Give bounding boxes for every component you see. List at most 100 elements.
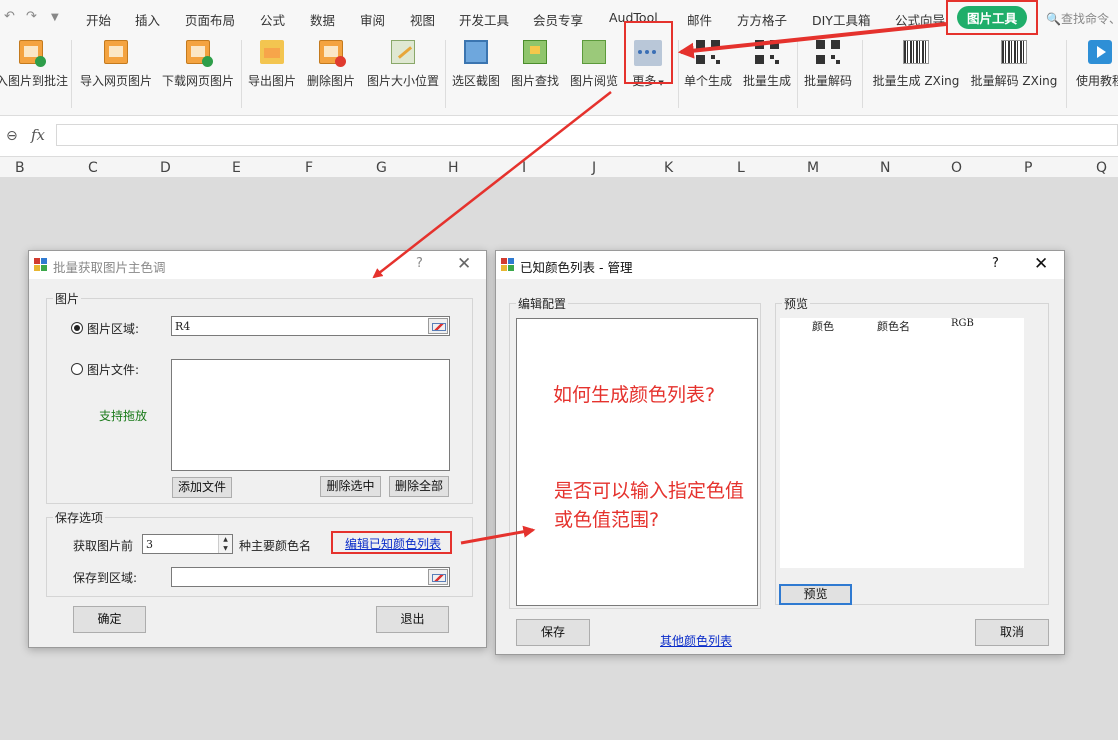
image-tools-highlight-box — [946, 0, 1038, 35]
qrcode-decode-icon — [816, 40, 840, 64]
column-header[interactable]: E — [232, 160, 241, 176]
image-find-icon — [523, 40, 547, 64]
column-header[interactable]: M — [807, 160, 819, 176]
add-file-button[interactable]: 添加文件 — [172, 477, 232, 498]
column-header[interactable]: K — [664, 160, 673, 176]
fx-icon[interactable]: fx — [31, 126, 45, 144]
tab-view[interactable]: 视图 — [410, 10, 435, 29]
count-stepper[interactable]: ▲ ▼ — [218, 535, 232, 553]
ribbon-toolbar: 入图片到批注 导入网页图片 下载网页图片 导出图片 删除图片 图片大小位置 选区… — [0, 36, 1118, 116]
help-button[interactable]: ? — [416, 256, 423, 271]
close-button[interactable]: ✕ — [457, 254, 471, 274]
tab-fangfang[interactable]: 方方格子 — [737, 10, 787, 29]
ribbon-tabbar: ↶ ↷ ▼ 开始 插入 页面布局 公式 数据 审阅 视图 开发工具 会员专享 A… — [0, 0, 1118, 36]
redo-icon[interactable]: ↷ — [26, 9, 37, 24]
annotation-question-2a: 是否可以输入指定色值 — [554, 480, 745, 502]
column-header-row: B C D E F G H I J K L M N O P Q — [0, 156, 1118, 178]
tab-diy-toolbox[interactable]: DIY工具箱 — [812, 10, 870, 29]
image-find-button[interactable]: 图片查找 — [509, 40, 561, 89]
tab-review[interactable]: 审阅 — [360, 10, 385, 29]
save-to-range-input[interactable] — [171, 567, 450, 587]
image-range-label: 图片区域: — [87, 322, 140, 336]
formula-input[interactable] — [56, 124, 1118, 146]
qrcode-icon — [696, 40, 720, 64]
batch-decode-button[interactable]: 批量解码 — [802, 40, 854, 89]
column-header[interactable]: C — [88, 160, 98, 176]
save-button[interactable]: 保存 — [516, 619, 590, 646]
column-header[interactable]: F — [305, 160, 313, 176]
delete-all-button[interactable]: 删除全部 — [389, 476, 449, 497]
exit-button[interactable]: 退出 — [376, 606, 449, 633]
save-range-picker-icon[interactable] — [428, 569, 448, 585]
batch-decode-zxing-button[interactable]: 批量解码 ZXing — [968, 40, 1060, 89]
undo-icon[interactable]: ↶ — [4, 9, 15, 24]
import-web-image-button[interactable]: 导入网页图片 — [78, 40, 154, 89]
column-header[interactable]: H — [448, 160, 459, 176]
import-image-icon — [104, 40, 128, 64]
delete-image-button[interactable]: 删除图片 — [305, 40, 357, 89]
column-header[interactable]: G — [376, 160, 387, 176]
export-image-button[interactable]: 导出图片 — [246, 40, 298, 89]
column-header[interactable]: O — [951, 160, 962, 176]
region-screenshot-button[interactable]: 选区截图 — [450, 40, 502, 89]
column-header[interactable]: N — [880, 160, 890, 176]
tab-member[interactable]: 会员专享 — [533, 10, 583, 29]
image-file-radio[interactable] — [71, 363, 83, 375]
preview-group-label: 预览 — [782, 295, 811, 312]
download-web-image-button[interactable]: 下载网页图片 — [160, 40, 236, 89]
column-header[interactable]: Q — [1096, 160, 1107, 176]
image-file-label: 图片文件: — [87, 363, 140, 377]
cancel-button[interactable]: 取消 — [975, 619, 1049, 646]
image-file-list[interactable] — [171, 359, 450, 471]
more-highlight-box — [624, 21, 673, 84]
image-browse-button[interactable]: 图片阅览 — [568, 40, 620, 89]
column-header[interactable]: J — [592, 160, 596, 176]
image-size-position-button[interactable]: 图片大小位置 — [364, 40, 442, 89]
help-button[interactable]: ? — [992, 256, 999, 271]
qrcode-batch-icon — [755, 40, 779, 64]
range-picker-icon[interactable] — [428, 318, 448, 334]
close-button[interactable]: ✕ — [1034, 254, 1048, 274]
batch-generate-zxing-button[interactable]: 批量生成 ZXing — [870, 40, 962, 89]
annotation-question-1: 如何生成颜色列表? — [553, 384, 716, 406]
col-header-color: 颜色 — [812, 320, 834, 333]
insert-to-comment-button[interactable]: 入图片到批注 — [0, 40, 68, 89]
dialog-titlebar[interactable]: 批量获取图片主色调 ? ✕ — [29, 251, 486, 279]
color-config-textarea[interactable] — [516, 318, 758, 606]
tab-formula-wizard[interactable]: 公式向导 — [895, 10, 945, 29]
other-color-lists-link[interactable]: 其他颜色列表 — [660, 632, 732, 649]
tab-insert[interactable]: 插入 — [135, 10, 160, 29]
tab-mail[interactable]: 邮件 — [687, 10, 712, 29]
column-header[interactable]: I — [522, 160, 526, 176]
delete-selected-button[interactable]: 删除选中 — [320, 476, 381, 497]
search-command[interactable]: 🔍查找命令、 — [1046, 10, 1118, 27]
image-range-radio[interactable] — [71, 322, 83, 334]
tab-formulas[interactable]: 公式 — [260, 10, 285, 29]
quick-access-dropdown-icon[interactable]: ▼ — [51, 12, 59, 23]
tab-home[interactable]: 开始 — [86, 10, 111, 29]
save-to-label: 保存到区域: — [73, 571, 138, 585]
column-header[interactable]: D — [160, 160, 171, 176]
dialog-title: 已知颜色列表 - 管理 — [520, 260, 633, 275]
annotation-question-2b: 或色值范围? — [554, 509, 660, 531]
dialog-titlebar[interactable]: 已知颜色列表 - 管理 ? ✕ — [496, 251, 1064, 279]
image-range-input[interactable]: R4 — [171, 316, 450, 336]
download-image-icon — [186, 40, 213, 67]
column-header[interactable]: B — [15, 160, 25, 176]
tutorial-button[interactable]: 使用教程 — [1074, 40, 1118, 89]
zoom-icon[interactable]: ⊖ — [6, 128, 18, 144]
col-header-color-name: 颜色名 — [877, 320, 910, 333]
tab-data[interactable]: 数据 — [310, 10, 335, 29]
drag-drop-hint: 支持拖放 — [99, 409, 148, 423]
ok-button[interactable]: 确定 — [73, 606, 146, 633]
batch-generate-button[interactable]: 批量生成 — [741, 40, 793, 89]
edit-known-colors-link[interactable]: 编辑已知颜色列表 — [345, 535, 441, 552]
column-header[interactable]: L — [737, 160, 745, 176]
single-generate-button[interactable]: 单个生成 — [682, 40, 734, 89]
tab-page-layout[interactable]: 页面布局 — [185, 10, 235, 29]
tab-developer[interactable]: 开发工具 — [459, 10, 509, 29]
column-header[interactable]: P — [1024, 160, 1032, 176]
image-comment-icon — [19, 40, 46, 67]
preview-button[interactable]: 预览 — [779, 584, 852, 605]
preview-list[interactable]: 颜色 颜色名 RGB — [780, 318, 1024, 568]
